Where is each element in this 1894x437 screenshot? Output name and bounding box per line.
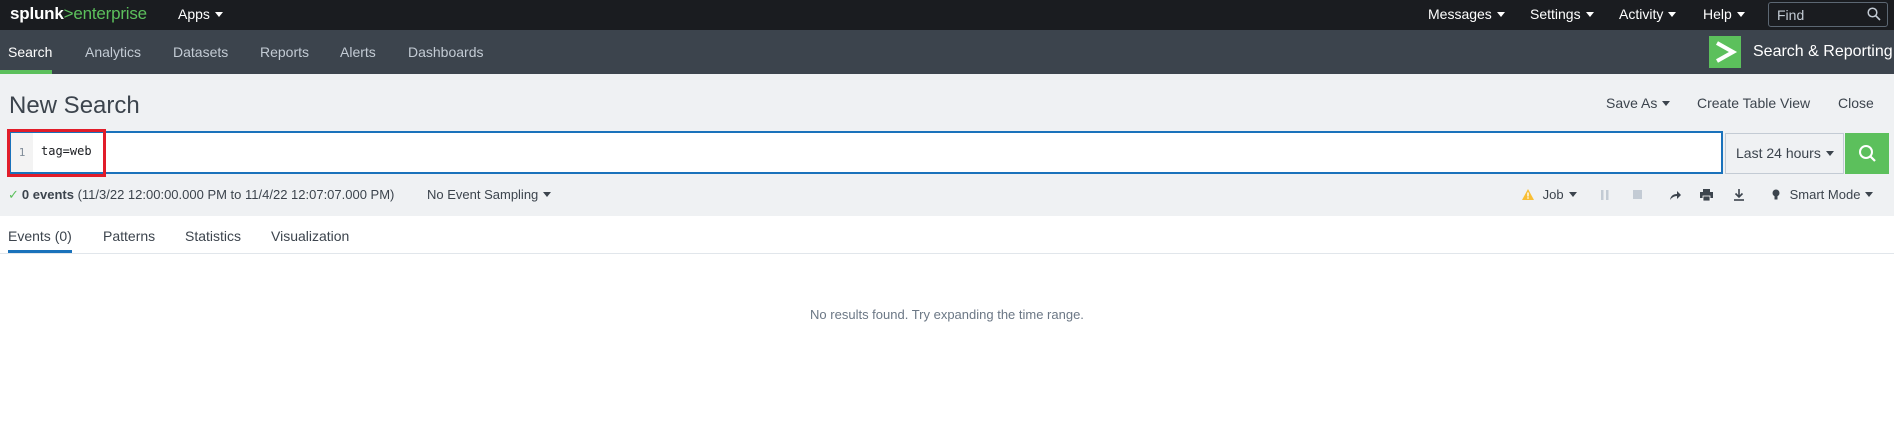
search-mode-dropdown[interactable]: Smart Mode xyxy=(1772,187,1874,202)
close-button[interactable]: Close xyxy=(1838,95,1874,111)
settings-menu[interactable]: Settings xyxy=(1530,6,1594,22)
chevron-down-icon xyxy=(1736,11,1745,17)
nav-search[interactable]: Search xyxy=(8,44,52,60)
job-status: ✓ 0 events (11/3/22 12:00:00.000 PM to 11… xyxy=(8,187,395,202)
chevron-down-icon xyxy=(1662,100,1671,106)
bulb-icon xyxy=(1772,187,1790,202)
nav-datasets[interactable]: Datasets xyxy=(173,44,228,60)
app-logo-icon xyxy=(1709,36,1741,68)
top-bar: splunk>enterprise Apps Messages Settings… xyxy=(0,0,1894,30)
activity-menu[interactable]: Activity xyxy=(1619,6,1677,22)
page-title: New Search xyxy=(9,92,140,119)
splunk-logo[interactable]: splunk>enterprise xyxy=(10,4,147,24)
no-results-message: No results found. Try expanding the time… xyxy=(810,307,1084,322)
chevron-down-icon xyxy=(543,192,552,198)
chevron-down-icon xyxy=(1668,11,1677,17)
nav-alerts[interactable]: Alerts xyxy=(340,44,376,60)
tab-statistics[interactable]: Statistics xyxy=(185,228,241,244)
chevron-down-icon xyxy=(1568,192,1577,198)
share-icon[interactable] xyxy=(1669,188,1682,206)
chevron-down-icon xyxy=(1825,150,1834,156)
find-input[interactable] xyxy=(1777,6,1867,23)
save-as-button[interactable]: Save As xyxy=(1606,95,1671,111)
query-highlight-box xyxy=(7,129,106,177)
chevron-down-icon xyxy=(214,11,223,17)
check-icon: ✓ xyxy=(8,187,19,202)
search-button[interactable] xyxy=(1845,133,1889,174)
messages-menu[interactable]: Messages xyxy=(1428,6,1505,22)
time-range-picker[interactable]: Last 24 hours xyxy=(1725,133,1844,174)
active-tab-indicator xyxy=(8,250,72,253)
nav-reports[interactable]: Reports xyxy=(260,44,309,60)
search-input[interactable]: 1 tag=web xyxy=(9,131,1723,174)
search-icon[interactable] xyxy=(1867,7,1881,26)
warning-icon xyxy=(1522,187,1543,202)
tab-visualization[interactable]: Visualization xyxy=(271,228,349,244)
find-box xyxy=(1768,2,1888,27)
job-menu[interactable]: Job xyxy=(1522,187,1577,202)
chevron-down-icon xyxy=(1865,192,1874,198)
app-name[interactable]: Search & Reporting xyxy=(1753,43,1893,61)
chevron-down-icon xyxy=(1585,11,1594,17)
apps-menu[interactable]: Apps xyxy=(178,6,223,22)
export-icon[interactable] xyxy=(1733,188,1745,206)
create-table-view-button[interactable]: Create Table View xyxy=(1697,95,1810,111)
nav-analytics[interactable]: Analytics xyxy=(85,44,141,60)
print-icon[interactable] xyxy=(1700,188,1713,206)
nav-dashboards[interactable]: Dashboards xyxy=(408,44,484,60)
help-menu[interactable]: Help xyxy=(1703,6,1745,22)
pause-icon[interactable] xyxy=(1600,188,1610,206)
tab-events[interactable]: Events (0) xyxy=(8,228,72,244)
tab-patterns[interactable]: Patterns xyxy=(103,228,155,244)
event-sampling-dropdown[interactable]: No Event Sampling xyxy=(427,187,552,202)
chevron-down-icon xyxy=(1496,11,1505,17)
stop-icon[interactable] xyxy=(1632,188,1644,206)
